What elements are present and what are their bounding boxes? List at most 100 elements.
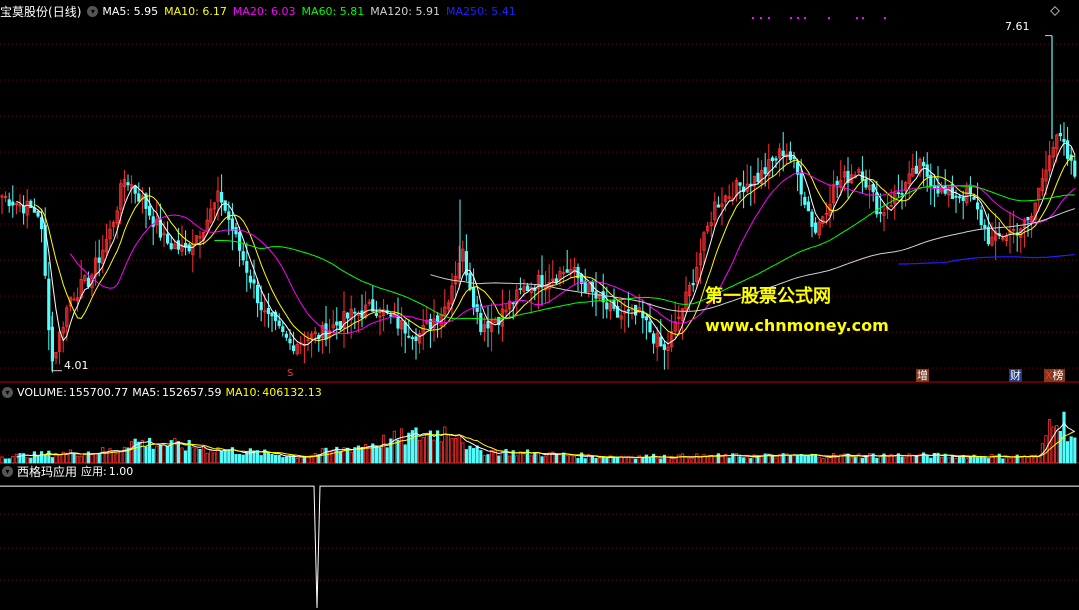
candle-body xyxy=(36,211,40,217)
indicator-name[interactable]: 西格玛应用 xyxy=(17,463,77,480)
volume-bar xyxy=(266,452,271,464)
diamond-icon xyxy=(1050,6,1060,16)
volume-bar xyxy=(850,457,854,464)
volume-bar xyxy=(403,444,407,464)
ma-legend-item: MA20: 6.03 xyxy=(232,4,296,18)
candle-body xyxy=(896,192,901,195)
volume-bar xyxy=(558,454,562,464)
badge-cai[interactable]: 财 xyxy=(1009,369,1022,382)
volume-bar xyxy=(162,444,166,464)
chevron-down-icon[interactable]: ▾ xyxy=(87,5,99,17)
volume-bar xyxy=(979,456,983,464)
volume-bar xyxy=(367,447,371,464)
volume-bar xyxy=(824,457,829,464)
chevron-down-icon[interactable]: ▾ xyxy=(2,386,13,398)
ma250-line xyxy=(898,254,1075,265)
stock-chart-canvas xyxy=(0,6,1079,609)
candle-body xyxy=(252,279,256,284)
candle-body xyxy=(133,185,137,194)
volume-bar xyxy=(792,455,796,464)
volume-bar xyxy=(670,458,674,464)
candle-body xyxy=(979,209,983,226)
candle-body xyxy=(187,244,191,252)
candle-body xyxy=(691,282,695,286)
candle-body xyxy=(518,288,523,290)
volume-bar xyxy=(806,455,811,464)
candle-body xyxy=(1073,160,1077,177)
candle-body xyxy=(756,172,760,183)
volume-bar xyxy=(911,454,915,464)
volume-bar xyxy=(601,456,605,464)
volume-label: VOLUME: xyxy=(17,385,67,399)
signal-dot xyxy=(862,17,864,19)
candle-body xyxy=(266,307,271,315)
stock-name[interactable]: 宝莫股份 xyxy=(0,3,48,20)
volume-bar xyxy=(201,446,206,464)
volume-bar xyxy=(947,457,951,464)
volume-bar xyxy=(471,448,476,464)
candle-body xyxy=(335,321,339,326)
volume-bar xyxy=(803,454,807,464)
candle-body xyxy=(410,337,415,340)
candle-body xyxy=(234,227,238,235)
volume-bar xyxy=(443,426,447,464)
candle-body xyxy=(241,251,245,261)
badge-zeng[interactable]: 增 xyxy=(916,369,929,382)
badge-bang[interactable]: X榜 xyxy=(1044,369,1065,382)
volume-bar xyxy=(486,454,490,464)
volume-bar xyxy=(1037,456,1041,464)
watermark-url: www.chnmoney.com xyxy=(705,316,889,335)
candle-body xyxy=(774,158,778,161)
signal-dot xyxy=(884,17,886,19)
volume-bar xyxy=(709,455,713,464)
volume-bar xyxy=(965,458,969,464)
volume-bar xyxy=(900,456,904,464)
volume-bar xyxy=(227,449,231,464)
watermark-title: 第一股票公式网 xyxy=(705,286,831,307)
candle-body xyxy=(662,344,667,351)
volume-panel-header: ▾ VOLUME: 155700.77 MA5: 152657.59 MA10:… xyxy=(0,383,326,401)
candle-body xyxy=(511,302,515,305)
signal-dot xyxy=(752,17,754,19)
candle-body xyxy=(7,199,11,206)
candle-body xyxy=(1058,132,1062,137)
volume-bar xyxy=(540,456,544,464)
chevron-down-icon[interactable]: ▾ xyxy=(2,465,13,477)
candle-body xyxy=(176,240,180,250)
volume-bar xyxy=(237,454,242,464)
volume-bar xyxy=(450,438,454,464)
ma60-line xyxy=(214,184,1075,320)
candle-body xyxy=(126,182,130,186)
volume-bar xyxy=(270,453,274,464)
ma-legend-item: MA120: 5.91 xyxy=(370,4,440,18)
volume-bar xyxy=(518,451,523,464)
volume-bar xyxy=(569,455,573,464)
volume-bar xyxy=(770,456,775,464)
candle-body xyxy=(763,167,767,175)
volume-bar xyxy=(976,457,980,464)
volume-bar xyxy=(219,450,224,464)
volume-bar xyxy=(140,440,144,464)
candle-body xyxy=(972,197,976,200)
volume-bar xyxy=(904,457,908,464)
volume-bar xyxy=(497,455,501,464)
event-marker-s[interactable]: S xyxy=(286,367,294,380)
volume-bar xyxy=(986,458,991,464)
candle-body xyxy=(11,201,15,206)
ma-legend-item: MA60: 5.81 xyxy=(301,4,365,18)
volume-bar xyxy=(1004,456,1009,464)
volume-bar xyxy=(101,447,105,464)
candle-body xyxy=(291,345,296,352)
volume-ma10-label: MA10: xyxy=(225,385,261,399)
volume-bar xyxy=(997,453,1001,464)
candle-body xyxy=(407,335,411,338)
candle-body xyxy=(374,313,379,316)
volume-bar xyxy=(648,456,652,464)
volume-bar xyxy=(284,456,289,464)
volume-bar xyxy=(1019,456,1023,464)
volume-bar xyxy=(742,457,746,464)
volume-bar xyxy=(313,453,317,464)
volume-bar xyxy=(666,457,670,464)
candle-body xyxy=(835,180,839,186)
volume-bar xyxy=(457,434,461,464)
